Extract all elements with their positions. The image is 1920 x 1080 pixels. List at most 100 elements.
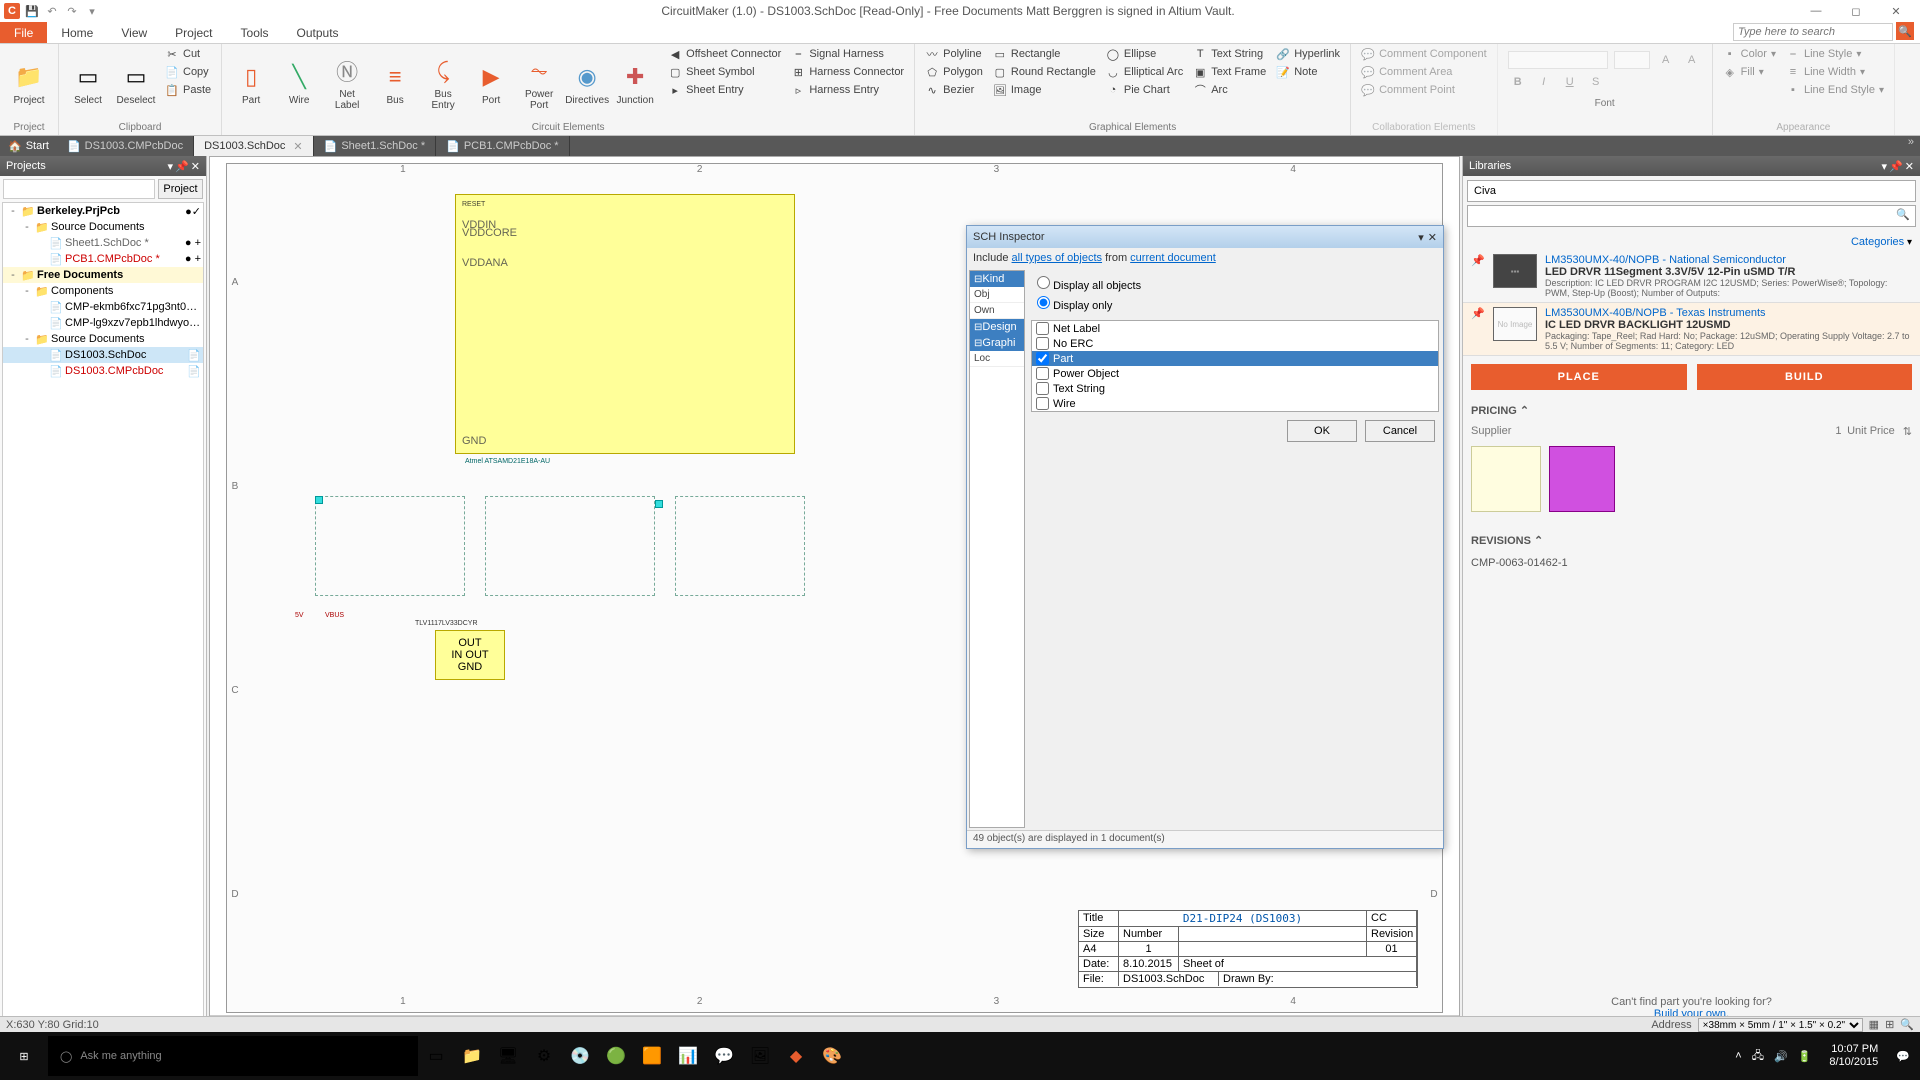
- netlabel-button[interactable]: ⓃNet Label: [324, 46, 370, 120]
- photos-icon[interactable]: 🖼: [743, 1039, 777, 1073]
- network-icon[interactable]: 🖧: [1752, 1047, 1764, 1066]
- tree-item[interactable]: 📄Sheet1.SchDoc *● +: [3, 235, 203, 251]
- piechart-button[interactable]: ◔Pie Chart: [1102, 82, 1187, 98]
- maximize-button[interactable]: ◻: [1836, 5, 1876, 18]
- bezier-button[interactable]: ∿Bezier: [921, 82, 987, 98]
- grid-icon[interactable]: ▦: [1869, 1018, 1879, 1031]
- radio-only[interactable]: Display only: [1037, 294, 1433, 314]
- arc-button[interactable]: ⌒Arc: [1189, 82, 1270, 98]
- hyperlink-button[interactable]: 🔗Hyperlink: [1272, 46, 1344, 62]
- sub-circuit[interactable]: [485, 496, 655, 596]
- bus-button[interactable]: ≡Bus: [372, 46, 418, 120]
- revision-item[interactable]: CMP-0063-01462-1: [1463, 553, 1920, 573]
- port-button[interactable]: ▶Port: [468, 46, 514, 120]
- paint-icon[interactable]: 🎨: [815, 1039, 849, 1073]
- close-button[interactable]: ✕: [1876, 5, 1916, 18]
- pin-icon[interactable]: 📌: [1889, 160, 1903, 173]
- library-filter-input[interactable]: [1467, 205, 1916, 227]
- filter-option[interactable]: Part: [1032, 351, 1438, 366]
- include-scope-link[interactable]: current document: [1130, 252, 1216, 264]
- start-button[interactable]: ⊞: [0, 1032, 48, 1080]
- tree-item[interactable]: 📄CMP-ekmb6fxc71pg3nt0c777-1: [3, 299, 203, 315]
- taskbar-app-icon[interactable]: 🟧: [635, 1039, 669, 1073]
- tree-item[interactable]: -📁Source Documents: [3, 219, 203, 235]
- ribbon-search-input[interactable]: [1733, 23, 1893, 41]
- cortana-search[interactable]: ◯ Ask me anything: [48, 1036, 418, 1076]
- skype-icon[interactable]: 💬: [707, 1039, 741, 1073]
- library-search-input[interactable]: [1467, 180, 1916, 202]
- sub-circuit[interactable]: [675, 496, 805, 596]
- close-icon[interactable]: ✕: [191, 160, 200, 173]
- search-icon[interactable]: 🔍: [1896, 22, 1914, 40]
- project-filter-input[interactable]: [3, 179, 155, 199]
- sheetsymbol-button[interactable]: ▢Sheet Symbol: [664, 64, 785, 80]
- cut-button[interactable]: ✂Cut: [161, 46, 215, 62]
- roundrect-button[interactable]: ▢Round Rectangle: [989, 64, 1100, 80]
- battery-icon[interactable]: 🔋: [1798, 1050, 1812, 1063]
- select-button[interactable]: ▭Select: [65, 46, 111, 120]
- filter-option[interactable]: No ERC: [1032, 336, 1438, 351]
- clock[interactable]: 10:07 PM8/10/2015: [1821, 1043, 1886, 1069]
- polyline-button[interactable]: 〰Polyline: [921, 46, 987, 62]
- volume-icon[interactable]: 🔊: [1774, 1050, 1788, 1063]
- close-icon[interactable]: ✕: [1905, 160, 1914, 173]
- harnessentry-button[interactable]: ▹Harness Entry: [787, 82, 908, 98]
- pin-icon[interactable]: 📌: [1471, 254, 1485, 298]
- task-view-icon[interactable]: ▭: [419, 1039, 453, 1073]
- sheetentry-button[interactable]: ▸Sheet Entry: [664, 82, 785, 98]
- filter-option[interactable]: Net Label: [1032, 321, 1438, 336]
- pin-icon[interactable]: 📌: [175, 160, 189, 173]
- filter-option[interactable]: Power Object: [1032, 366, 1438, 381]
- excel-icon[interactable]: 📊: [671, 1039, 705, 1073]
- part-button[interactable]: ▯Part: [228, 46, 274, 120]
- minimize-button[interactable]: —: [1796, 5, 1836, 18]
- project-menu-button[interactable]: Project: [158, 179, 203, 199]
- search-icon[interactable]: 🔍: [1896, 208, 1910, 221]
- snap-icon[interactable]: ⊞: [1885, 1018, 1894, 1031]
- ellipse-button[interactable]: ◯Ellipse: [1102, 46, 1187, 62]
- dropdown-icon[interactable]: ▾: [168, 160, 174, 173]
- file-tab[interactable]: File: [0, 22, 47, 43]
- doc-tab[interactable]: 📄Sheet1.SchDoc *: [314, 136, 436, 156]
- wire-button[interactable]: ╲Wire: [276, 46, 322, 120]
- dropdown-icon[interactable]: ▾: [1418, 231, 1424, 244]
- collapse-icon[interactable]: ⌃: [1534, 535, 1543, 547]
- circuitmaker-icon[interactable]: ◆: [779, 1039, 813, 1073]
- junction-button[interactable]: ✚Junction: [612, 46, 658, 120]
- library-result-item[interactable]: 📌 ▪▪▪ LM3530UMX-40/NOPB - National Semic…: [1463, 250, 1920, 303]
- notifications-icon[interactable]: 💬: [1896, 1050, 1910, 1063]
- start-button[interactable]: 🏠Start: [0, 136, 57, 156]
- note-button[interactable]: 📝Note: [1272, 64, 1344, 80]
- textframe-button[interactable]: ▣Text Frame: [1189, 64, 1270, 80]
- filter-option[interactable]: Wire: [1032, 396, 1438, 411]
- textstring-button[interactable]: TText String: [1189, 46, 1270, 62]
- polygon-button[interactable]: ⬠Polygon: [921, 64, 987, 80]
- zoom-icon[interactable]: 🔍: [1900, 1018, 1914, 1031]
- sch-inspector-dialog[interactable]: SCH Inspector▾✕ Include all types of obj…: [966, 225, 1444, 849]
- ribbon-tab-tools[interactable]: Tools: [227, 22, 283, 43]
- place-button[interactable]: PLACE: [1471, 364, 1687, 390]
- sigharness-button[interactable]: ⎯Signal Harness: [787, 46, 908, 62]
- filter-option[interactable]: Text String: [1032, 381, 1438, 396]
- footprint-preview[interactable]: [1549, 446, 1615, 512]
- project-tree[interactable]: -📁Berkeley.PrjPcb●✓-📁Source Documents📄Sh…: [2, 202, 204, 1048]
- ok-button[interactable]: OK: [1287, 420, 1357, 442]
- regulator-component[interactable]: OUTIN OUTGND: [435, 630, 505, 680]
- pin-icon[interactable]: 📌: [1471, 307, 1485, 351]
- directives-button[interactable]: ◉Directives: [564, 46, 610, 120]
- object-type-list[interactable]: Net Label No ERC Part Power Object Text …: [1031, 320, 1439, 412]
- symbol-preview[interactable]: [1471, 446, 1541, 512]
- ribbon-tab-home[interactable]: Home: [47, 22, 107, 43]
- tree-item[interactable]: 📄CMP-lg9xzv7epb1lhdwyow3m9…: [3, 315, 203, 331]
- ellarc-button[interactable]: ◡Elliptical Arc: [1102, 64, 1187, 80]
- sub-circuit[interactable]: [315, 496, 465, 596]
- property-list[interactable]: ⊟ Kind Obj Own ⊟ Design ⊟ Graphi Loc: [969, 270, 1025, 828]
- include-types-link[interactable]: all types of objects: [1012, 252, 1103, 264]
- ribbon-tab-project[interactable]: Project: [161, 22, 226, 43]
- tree-item[interactable]: 📄DS1003.CMPcbDoc📄: [3, 363, 203, 379]
- ribbon-tab-view[interactable]: View: [107, 22, 161, 43]
- tree-item[interactable]: -📁Free Documents: [3, 267, 203, 283]
- categories-link[interactable]: Categories: [1851, 236, 1904, 248]
- library-result-item[interactable]: 📌 No Image LM3530UMX-40B/NOPB - Texas In…: [1463, 303, 1920, 356]
- powerport-button[interactable]: ⏦Power Port: [516, 46, 562, 120]
